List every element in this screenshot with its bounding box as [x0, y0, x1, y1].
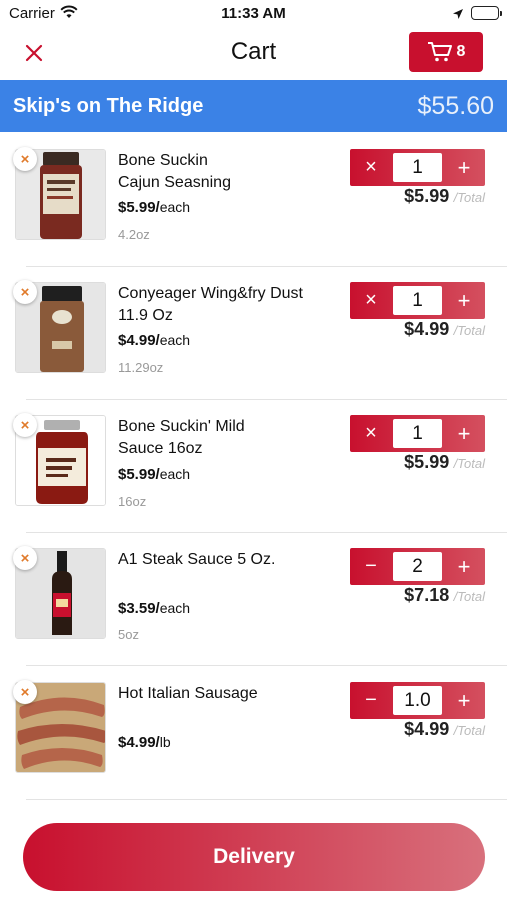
increase-quantity-button[interactable]: +	[443, 149, 485, 186]
item-size: 11.29oz	[118, 360, 164, 375]
cart-count-badge: 8	[456, 43, 466, 60]
close-icon: ×	[20, 416, 30, 434]
line-total: $4.99 /Total	[404, 319, 485, 339]
decrease-quantity-button[interactable]: ×	[350, 149, 392, 186]
quantity-input[interactable]	[393, 686, 442, 715]
close-icon: ×	[20, 150, 30, 168]
item-price: $4.99/lb	[118, 734, 171, 751]
item-size: 16oz	[118, 494, 147, 509]
divider	[26, 799, 507, 800]
item-name: Bone Suckin Cajun Seasning	[118, 152, 231, 191]
cart-button[interactable]: 8	[409, 32, 483, 72]
increase-quantity-button[interactable]: +	[443, 682, 485, 719]
divider	[26, 665, 507, 666]
remove-item-button[interactable]: ×	[13, 546, 37, 570]
item-size: 4.2oz	[118, 227, 150, 242]
cart-item: × Hot Italian Sausage $4.99/lb − + $4.99…	[0, 667, 507, 800]
item-name: Hot Italian Sausage	[118, 685, 258, 702]
store-bar: Skip's on The Ridge $55.60	[0, 80, 507, 132]
item-name: A1 Steak Sauce 5 Oz.	[118, 551, 276, 568]
cart-item: × A1 Steak Sauce 5 Oz. $3.59/each 5oz − …	[0, 533, 507, 666]
line-total: $4.99 /Total	[404, 719, 485, 739]
close-icon: ×	[20, 283, 30, 301]
decrease-quantity-button[interactable]: −	[350, 682, 392, 719]
item-size: 5oz	[118, 627, 139, 642]
nav-bar: Cart 8	[0, 28, 507, 80]
quantity-input[interactable]	[393, 286, 442, 315]
location-arrow-icon	[452, 7, 464, 25]
increase-quantity-button[interactable]: +	[443, 415, 485, 452]
close-icon: ×	[20, 549, 30, 567]
quantity-input[interactable]	[393, 153, 442, 182]
status-time: 11:33 AM	[221, 5, 286, 22]
quantity-stepper: × +	[350, 415, 485, 452]
status-bar: Carrier 11:33 AM	[0, 0, 507, 28]
quantity-input[interactable]	[393, 552, 442, 581]
remove-item-button[interactable]: ×	[13, 280, 37, 304]
quantity-stepper: − +	[350, 548, 485, 585]
item-price: $4.99/each	[118, 332, 191, 349]
close-icon: ×	[20, 683, 30, 701]
item-name: Bone Suckin' Mild Sauce 16oz	[118, 418, 245, 457]
item-name: Conyeager Wing&fry Dust 11.9 Oz	[118, 285, 303, 324]
decrease-quantity-button[interactable]: ×	[350, 282, 392, 319]
item-price: $5.99/each	[118, 199, 191, 216]
remove-item-button[interactable]: ×	[13, 413, 37, 437]
remove-item-button[interactable]: ×	[13, 147, 37, 171]
cart-icon	[427, 42, 452, 62]
cart-item: × Bone Suckin' Mild Sauce 16oz $5.99/eac…	[0, 400, 507, 533]
cart-item: × Conyeager Wing&fry Dust 11.9 Oz $4.99/…	[0, 267, 507, 400]
store-name: Skip's on The Ridge	[13, 95, 204, 117]
line-total: $7.18 /Total	[404, 585, 485, 605]
line-total: $5.99 /Total	[404, 452, 485, 472]
quantity-stepper: × +	[350, 149, 485, 186]
cart-total: $55.60	[417, 92, 494, 120]
remove-item-button[interactable]: ×	[13, 680, 37, 704]
line-total: $5.99 /Total	[404, 186, 485, 206]
decrease-quantity-button[interactable]: −	[350, 548, 392, 585]
item-price: $3.59/each	[118, 600, 191, 617]
quantity-stepper: − +	[350, 682, 485, 719]
increase-quantity-button[interactable]: +	[443, 282, 485, 319]
item-price: $5.99/each	[118, 466, 191, 483]
battery-icon	[471, 6, 502, 20]
quantity-input[interactable]	[393, 419, 442, 448]
increase-quantity-button[interactable]: +	[443, 548, 485, 585]
cart-item: × Bone Suckin Cajun Seasning $5.99/each …	[0, 134, 507, 267]
delivery-button[interactable]: Delivery	[23, 823, 485, 891]
decrease-quantity-button[interactable]: ×	[350, 415, 392, 452]
quantity-stepper: × +	[350, 282, 485, 319]
